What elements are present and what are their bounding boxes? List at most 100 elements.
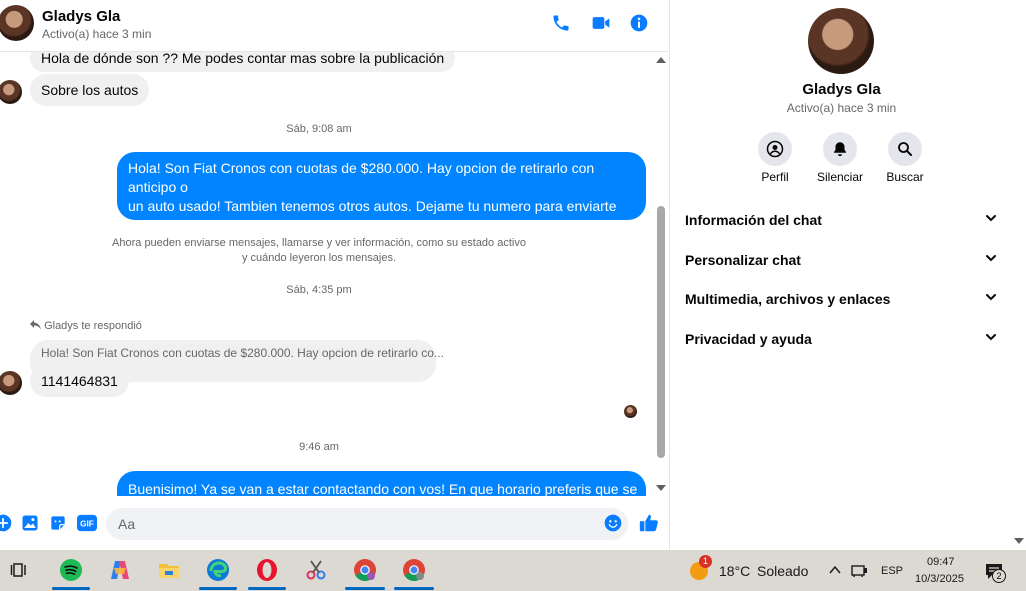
attach-image-button[interactable] <box>19 512 41 534</box>
profile-action-button[interactable]: Perfil <box>745 132 805 184</box>
gif-button[interactable]: GIF <box>76 512 98 534</box>
profile-icon <box>766 140 784 158</box>
input-language[interactable]: ESP <box>881 565 903 577</box>
video-call-button[interactable] <box>590 12 612 34</box>
edge-icon <box>207 559 229 581</box>
reply-icon <box>30 320 41 330</box>
message-incoming[interactable]: 1141464831 <box>30 365 129 397</box>
section-label: Información del chat <box>685 212 822 228</box>
section-label: Privacidad y ayuda <box>685 331 812 347</box>
chat-scrollbar[interactable] <box>654 54 668 496</box>
folder-icon <box>159 564 179 578</box>
network-status-button[interactable] <box>851 562 869 583</box>
network-icon <box>851 565 867 577</box>
profile-avatar[interactable] <box>808 8 874 74</box>
sticker-icon <box>51 516 65 530</box>
taskbar-opera[interactable] <box>255 558 279 582</box>
timestamp: Sáb, 9:08 am <box>286 123 352 135</box>
scroll-thumb[interactable] <box>657 206 665 458</box>
message-outgoing[interactable]: Hola! Son Fiat Cronos con cuotas de $280… <box>117 152 646 252</box>
show-hidden-icons-button[interactable] <box>828 563 842 582</box>
message-text: Hola de dónde son ?? Me podes contar mas… <box>41 50 445 66</box>
message-outgoing[interactable]: Buenisimo! Ya se van a estar contactando… <box>117 471 646 496</box>
task-view-button[interactable] <box>8 558 32 582</box>
scissors-icon <box>306 560 326 580</box>
scroll-down-arrow[interactable] <box>656 485 666 491</box>
conversation-details-pane: Gladys Gla Activo(a) hace 3 min Perfil S… <box>669 0 1012 550</box>
notice-line: y cuándo leyeron los mensajes. <box>241 252 397 264</box>
notification-count: 2 <box>992 569 1006 583</box>
chevron-down-icon <box>986 334 996 341</box>
notice-line: Ahora pueden enviarse mensajes, llamarse… <box>112 237 526 249</box>
section-label: Multimedia, archivos y enlaces <box>685 291 891 307</box>
svg-text:GIF: GIF <box>80 520 94 529</box>
message-text: 1141464831 <box>41 373 118 389</box>
taskbar-copilot[interactable] <box>108 558 132 582</box>
spotify-icon <box>60 559 82 581</box>
taskbar-chrome-profile-1[interactable] <box>353 558 377 582</box>
weather-temperature[interactable]: 18°C <box>719 563 750 579</box>
more-actions-button[interactable] <box>0 512 14 534</box>
thumbs-up-icon <box>639 514 658 532</box>
quoted-text: Hola! Son Fiat Cronos con cuotas de $280… <box>41 346 444 360</box>
section-chat-info[interactable]: Información del chat <box>685 208 1005 232</box>
search-icon <box>898 142 912 156</box>
profile-name: Gladys Gla <box>802 81 881 98</box>
section-customize-chat[interactable]: Personalizar chat <box>685 248 1005 272</box>
chevron-down-icon <box>986 215 996 222</box>
section-privacy-help[interactable]: Privacidad y ayuda <box>685 327 1005 351</box>
contact-avatar[interactable] <box>0 371 22 395</box>
message-list[interactable]: Hola de dónde son ?? Me podes contar mas… <box>0 40 654 496</box>
active-indicator <box>52 587 90 590</box>
clock-date[interactable]: 10/3/2025 <box>915 573 964 585</box>
weather-widget[interactable]: 1 <box>688 555 712 582</box>
search-action-button[interactable]: Buscar <box>875 132 935 184</box>
scroll-up-arrow[interactable] <box>656 57 666 63</box>
taskbar-spotify[interactable] <box>59 558 83 582</box>
active-indicator <box>199 587 237 590</box>
reply-label: Gladys te respondió <box>44 320 142 332</box>
taskbar-chrome-profile-2[interactable] <box>402 558 426 582</box>
opera-icon <box>257 559 277 581</box>
chat-header: Gladys Gla Activo(a) hace 3 min <box>0 0 668 52</box>
reply-indicator: Gladys te respondió <box>30 320 142 332</box>
action-label: Buscar <box>886 170 924 184</box>
bell-icon <box>834 142 846 157</box>
conversation-info-button[interactable] <box>628 12 650 34</box>
phone-icon <box>553 15 569 31</box>
active-indicator <box>394 587 434 590</box>
message-incoming[interactable]: Sobre los autos <box>30 74 150 106</box>
chevron-up-icon <box>829 565 841 574</box>
video-camera-icon <box>592 17 610 29</box>
weather-description[interactable]: Soleado <box>757 563 808 579</box>
contact-status: Activo(a) hace 3 min <box>42 27 152 41</box>
timestamp: 9:46 am <box>299 441 339 453</box>
windows-taskbar: 1 18°C Soleado ESP 09:47 10/3/2025 2 <box>0 550 1026 591</box>
chevron-down-icon <box>986 255 996 262</box>
plus-icon <box>0 514 12 532</box>
taskbar-edge[interactable] <box>206 558 230 582</box>
scroll-down-arrow[interactable] <box>1014 538 1024 544</box>
contact-name[interactable]: Gladys Gla <box>42 8 120 25</box>
chrome-icon <box>354 559 376 581</box>
section-label: Personalizar chat <box>685 252 801 268</box>
gif-icon: GIF <box>77 514 97 532</box>
action-label: Silenciar <box>816 170 864 184</box>
taskbar-snipping-tool[interactable] <box>304 558 328 582</box>
sticker-button[interactable] <box>47 512 69 534</box>
contact-avatar[interactable] <box>0 80 22 104</box>
audio-call-button[interactable] <box>550 12 572 34</box>
emoji-button[interactable] <box>602 512 624 534</box>
taskbar-file-explorer[interactable] <box>157 558 181 582</box>
contact-avatar[interactable] <box>0 5 34 41</box>
task-view-icon <box>10 563 26 577</box>
chevron-down-icon <box>986 294 996 301</box>
mute-action-button[interactable]: Silenciar <box>810 132 870 184</box>
section-media-files-links[interactable]: Multimedia, archivos y enlaces <box>685 287 1005 311</box>
chrome-icon <box>403 559 425 581</box>
message-input[interactable] <box>106 508 628 540</box>
clock-time[interactable]: 09:47 <box>927 556 955 568</box>
notification-center-button[interactable]: 2 <box>984 561 1008 583</box>
like-button[interactable] <box>638 512 660 534</box>
page-scrollbar[interactable] <box>1012 0 1026 550</box>
